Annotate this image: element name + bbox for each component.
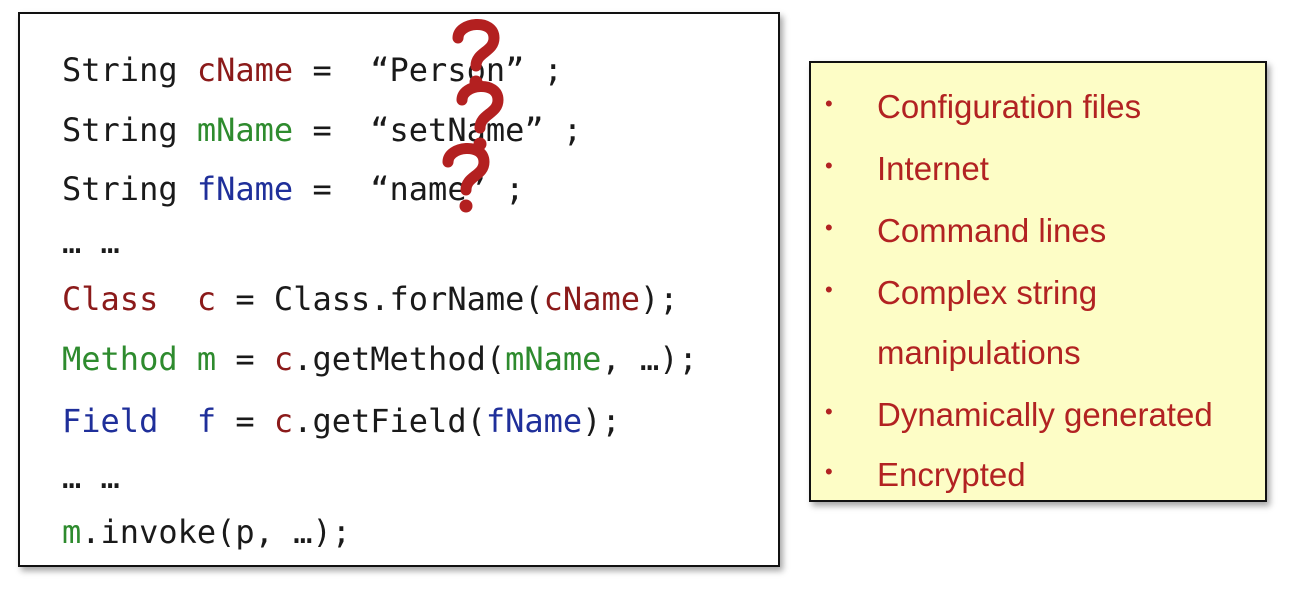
- list-item-text: Command lines: [877, 212, 1107, 249]
- code-token: f: [196, 402, 217, 440]
- code-token: fName: [485, 402, 583, 440]
- code-token: .getMethod(: [293, 340, 506, 378]
- code-token: String: [62, 111, 197, 149]
- code-token: =: [293, 111, 371, 149]
- code-panel: String cName = “Person” ; String mName =…: [18, 12, 780, 567]
- code-token: );: [582, 402, 621, 440]
- list-item-text: Encrypted: [877, 456, 1026, 493]
- code-token: … …: [62, 458, 120, 496]
- code-token: cName: [196, 51, 294, 89]
- list-item: • Complex string: [811, 273, 1267, 313]
- list-item-text: Dynamically generated: [877, 396, 1213, 433]
- code-token: ;: [543, 111, 583, 149]
- code-token: fName: [196, 170, 294, 208]
- code-token: cName: [543, 280, 640, 318]
- code-line-field: Field f = c.getField(fName);: [62, 401, 621, 441]
- list-item-text: Configuration files: [877, 88, 1142, 125]
- code-token: ;: [485, 170, 525, 208]
- code-token: =: [293, 170, 371, 208]
- code-line-ellipsis-2: … …: [62, 457, 120, 497]
- question-mark-icon: [442, 143, 490, 213]
- code-token: =: [293, 51, 371, 89]
- bullet-icon: •: [825, 399, 833, 424]
- code-token: c: [273, 340, 294, 378]
- code-token: m: [196, 340, 217, 378]
- bullet-icon: •: [825, 277, 833, 302]
- code-token: .getField(: [293, 402, 486, 440]
- code-token: .invoke(p, …);: [81, 513, 351, 551]
- code-token: c: [273, 402, 294, 440]
- string-sources-panel: • Configuration files • Internet • Comma…: [809, 61, 1267, 502]
- list-item: • manipulations: [811, 333, 1267, 373]
- code-line-invoke: m.invoke(p, …);: [62, 512, 351, 552]
- code-token: String: [62, 51, 197, 89]
- list-item: • Encrypted: [811, 455, 1267, 495]
- bullet-icon: •: [825, 153, 833, 178]
- code-line-class: Class c = Class.forName(cName);: [62, 279, 679, 319]
- list-item-text: Complex string: [877, 274, 1098, 311]
- code-token: mName: [505, 340, 602, 378]
- code-token: String: [62, 170, 197, 208]
- code-token: =: [216, 402, 274, 440]
- code-token: );: [639, 280, 679, 318]
- code-token: c: [196, 280, 217, 318]
- list-item: • Internet: [811, 149, 1267, 189]
- code-token: Field: [62, 402, 159, 440]
- bullet-icon: •: [825, 459, 833, 484]
- bullet-icon: •: [825, 215, 833, 240]
- code-token: ;: [524, 51, 563, 89]
- list-item: • Configuration files: [811, 87, 1267, 127]
- code-token: Method: [62, 340, 178, 378]
- code-token: = Class.forName(: [216, 280, 544, 318]
- code-token: m: [62, 513, 82, 551]
- list-item: • Dynamically generated: [811, 395, 1267, 435]
- bullet-icon: •: [825, 91, 833, 116]
- code-token: =: [216, 340, 274, 378]
- code-token: Class: [62, 280, 159, 318]
- code-line-method: Method m = c.getMethod(mName, …);: [62, 339, 698, 379]
- code-token: , …);: [601, 340, 698, 378]
- code-token: … …: [62, 223, 120, 261]
- code-line-ellipsis-1: … …: [62, 222, 120, 262]
- code-token: mName: [196, 111, 294, 149]
- list-item-text: manipulations: [877, 334, 1081, 371]
- list-item: • Command lines: [811, 211, 1267, 251]
- code-line-mname: String mName = “setName” ;: [62, 110, 582, 150]
- list-item-text: Internet: [877, 150, 989, 187]
